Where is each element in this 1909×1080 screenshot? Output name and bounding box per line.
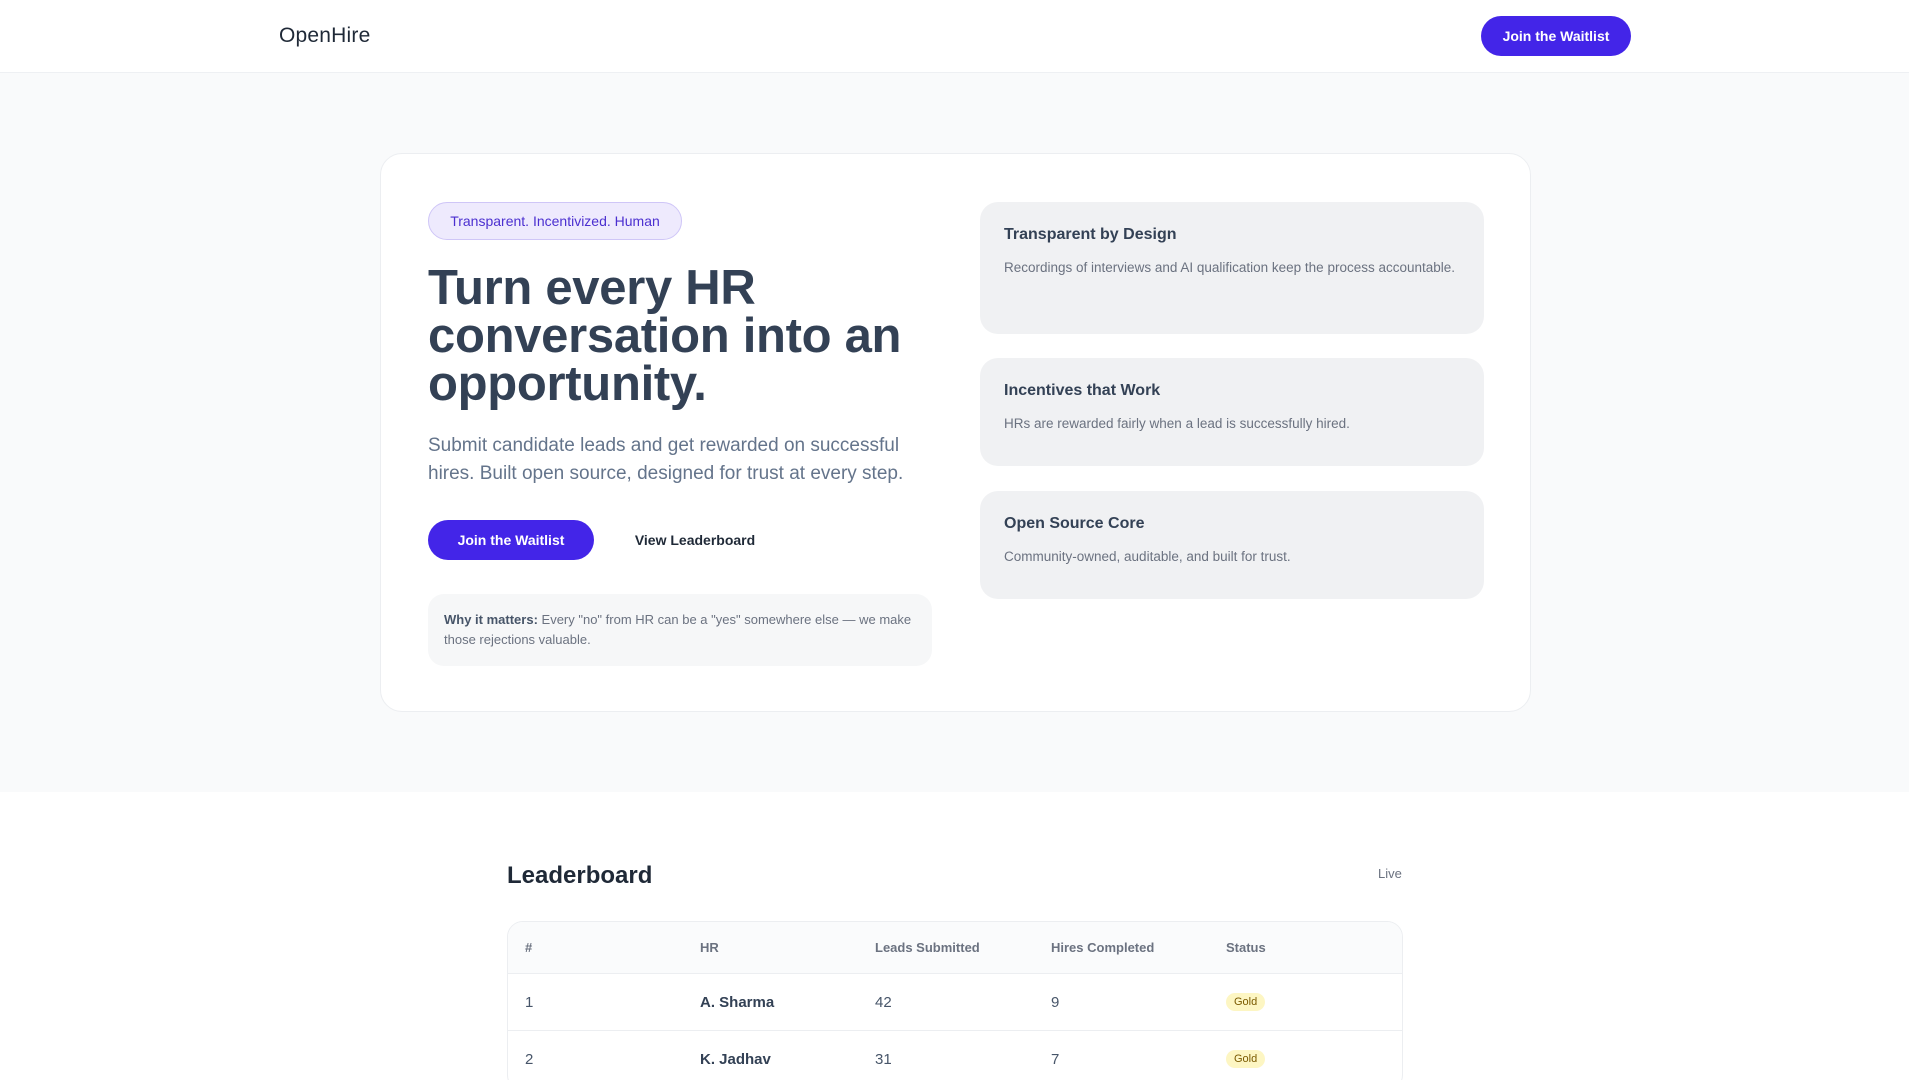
top-navbar: OpenHire Join the Waitlist — [0, 0, 1909, 73]
leads-cell: 42 — [875, 993, 892, 1011]
table-row[interactable]: 1 A. Sharma 42 9 Gold — [508, 974, 1402, 1031]
leads-cell: 31 — [875, 1050, 892, 1068]
status-cell: Gold — [1226, 974, 1266, 1030]
hires-cell: 7 — [1051, 1050, 1060, 1068]
view-leaderboard-link[interactable]: View Leaderboard — [625, 520, 765, 560]
rank-cell: 2 — [525, 1050, 534, 1068]
leaderboard-table: # HR Leads Submitted Hires Completed Sta… — [507, 921, 1403, 1080]
hr-name-cell: K. Jadhav — [700, 1050, 771, 1068]
why-label: Why it matters: — [444, 612, 538, 627]
hires-cell: 9 — [1051, 993, 1060, 1011]
column-header-rank[interactable]: # — [525, 922, 532, 973]
hr-name-cell: A. Sharma — [700, 993, 775, 1011]
feature-description: Community-owned, auditable, and built fo… — [1004, 549, 1291, 564]
table-header-row: # HR Leads Submitted Hires Completed Sta… — [508, 922, 1402, 974]
why-it-matters-note: Why it matters: Every "no" from HR can b… — [428, 594, 932, 666]
leaderboard-title: Leaderboard — [507, 862, 653, 889]
brand-logo[interactable]: OpenHire — [279, 24, 370, 48]
nav-join-waitlist-button[interactable]: Join the Waitlist — [1481, 16, 1631, 56]
status-badge: Gold — [1226, 993, 1266, 1011]
column-header-leads[interactable]: Leads Submitted — [875, 922, 980, 973]
feature-card-transparent: Transparent by Design Recordings of inte… — [980, 202, 1484, 334]
table-row[interactable]: 2 K. Jadhav 31 7 Gold — [508, 1031, 1402, 1080]
hero-subtext: Submit candidate leads and get rewarded … — [428, 435, 904, 484]
tagline-pill: Transparent. Incentivized. Human — [428, 202, 682, 240]
hero-headline: Turn every HR conversation into an oppor… — [428, 261, 902, 411]
column-header-status[interactable]: Status — [1226, 922, 1266, 973]
join-waitlist-button[interactable]: Join the Waitlist — [428, 520, 594, 560]
status-cell: Gold — [1226, 1031, 1266, 1080]
feature-title: Transparent by Design — [1004, 226, 1177, 243]
feature-description: HRs are rewarded fairly when a lead is s… — [1004, 416, 1350, 431]
feature-description: Recordings of interviews and AI qualific… — [1004, 260, 1456, 275]
column-header-hires[interactable]: Hires Completed — [1051, 922, 1154, 973]
column-header-hr[interactable]: HR — [700, 922, 719, 973]
rank-cell: 1 — [525, 993, 534, 1011]
feature-title: Incentives that Work — [1004, 382, 1161, 399]
status-badge: Gold — [1226, 1050, 1266, 1068]
feature-card-open-source: Open Source Core Community-owned, audita… — [980, 491, 1484, 599]
live-indicator: Live — [1378, 866, 1402, 881]
hero-card: Transparent. Incentivized. Human Turn ev… — [380, 153, 1531, 712]
feature-card-incentives: Incentives that Work HRs are rewarded fa… — [980, 358, 1484, 466]
feature-title: Open Source Core — [1004, 515, 1145, 532]
